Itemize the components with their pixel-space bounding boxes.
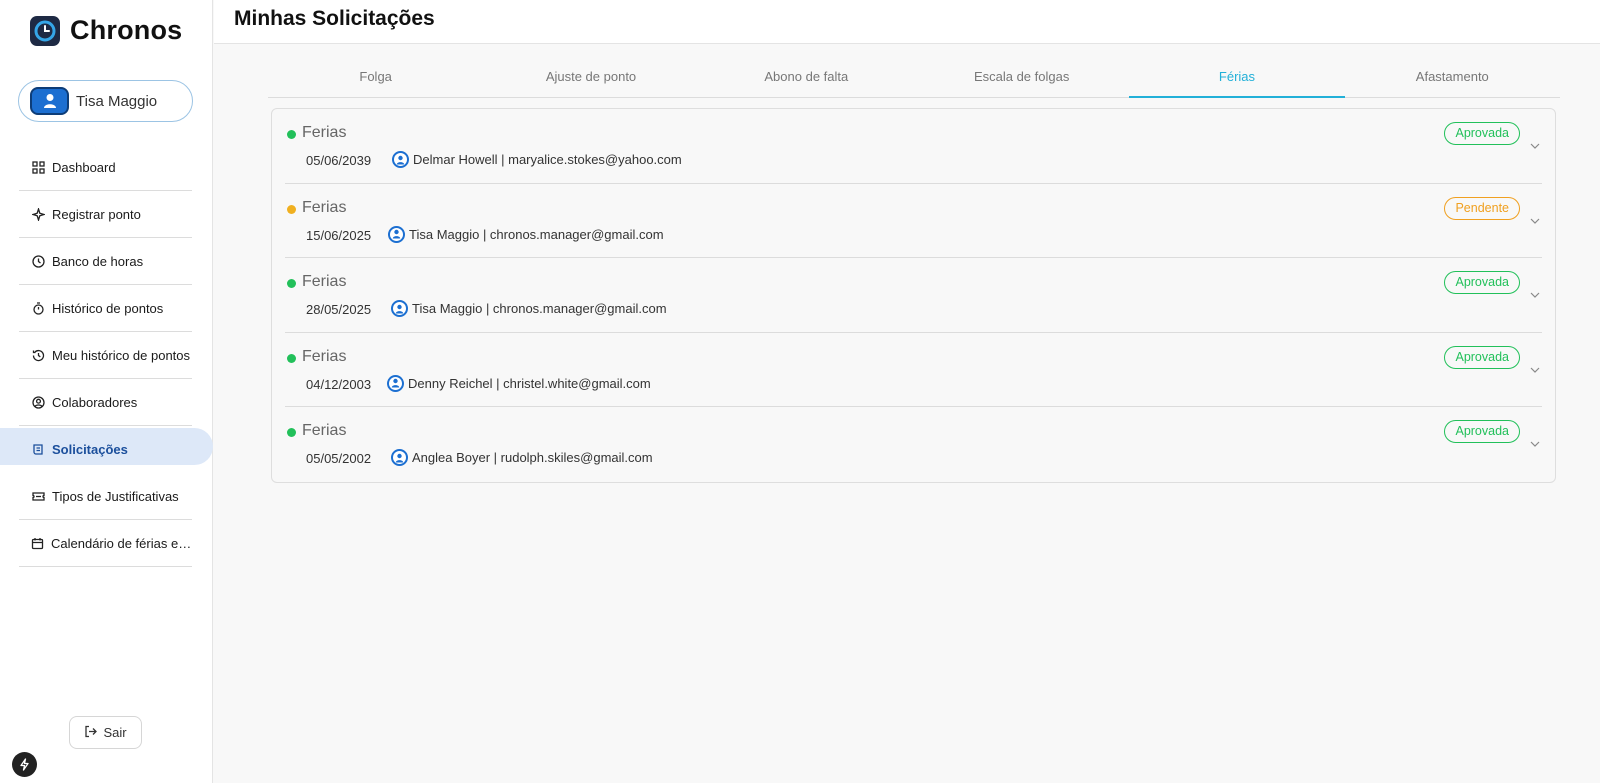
person-info: Tisa Maggio | chronos.manager@gmail.com bbox=[409, 226, 664, 242]
request-date: 05/06/2039 bbox=[306, 153, 372, 168]
request-date: 28/05/2025 bbox=[306, 302, 372, 318]
request-item[interactable]: Ferias 15/06/2025 Tisa Maggio | chronos.… bbox=[285, 184, 1542, 259]
status-badge: Aprovada bbox=[1444, 271, 1520, 295]
user-name: Tisa Maggio bbox=[76, 92, 158, 110]
sidebar: Chronos Tisa Maggio Dashboard Registrar … bbox=[0, 0, 213, 783]
logout-label: Sair bbox=[103, 725, 127, 740]
app-name: Chronos bbox=[70, 15, 183, 45]
request-item[interactable]: Ferias 05/05/2002 Anglea Boyer | rudolph… bbox=[285, 407, 1542, 482]
clock-logo-icon bbox=[30, 15, 60, 46]
sidebar-item-label: Solicitações bbox=[52, 441, 128, 457]
user-icon bbox=[391, 300, 408, 318]
sidebar-item-tipos-de-justificativas[interactable]: Tipos de Justificativas bbox=[19, 473, 192, 520]
brand[interactable]: Chronos bbox=[30, 15, 182, 46]
stopwatch-icon bbox=[31, 301, 45, 315]
calendar-icon bbox=[31, 536, 44, 550]
lightning-icon[interactable] bbox=[12, 752, 37, 777]
request-item[interactable]: Ferias 04/12/2003 Denny Reichel | christ… bbox=[285, 333, 1542, 408]
sidebar-item-colaboradores[interactable]: Colaboradores bbox=[19, 379, 192, 426]
request-date: 05/05/2002 bbox=[306, 451, 372, 467]
sidebar-item-label: Dashboard bbox=[52, 159, 116, 175]
status-badge: Aprovada bbox=[1444, 345, 1520, 369]
request-item[interactable]: Ferias 05/06/2039 Delmar Howell | maryal… bbox=[285, 109, 1542, 184]
sidebar-item-label: Registrar ponto bbox=[52, 206, 141, 222]
request-person: Denny Reichel | christel.white@gmail.com bbox=[387, 374, 651, 392]
request-person: Tisa Maggio | chronos.manager@gmail.com bbox=[391, 300, 667, 318]
sidebar-nav: Dashboard Registrar ponto Banco de horas… bbox=[0, 144, 213, 567]
sidebar-item-label: Histórico de pontos bbox=[52, 300, 164, 316]
chevron-down-icon[interactable] bbox=[1528, 139, 1542, 153]
sidebar-item-registrar-ponto[interactable]: Registrar ponto bbox=[19, 191, 192, 238]
sidebar-item-label: Banco de horas bbox=[52, 253, 144, 269]
chevron-down-icon[interactable] bbox=[1528, 214, 1542, 228]
person-info: Denny Reichel | christel.white@gmail.com bbox=[408, 375, 651, 391]
status-dot bbox=[287, 204, 296, 214]
tab-abono-de-falta[interactable]: Abono de falta bbox=[699, 62, 914, 97]
status-badge: Aprovada bbox=[1444, 122, 1520, 145]
status-dot bbox=[287, 428, 296, 438]
request-type: Ferias bbox=[302, 273, 347, 291]
request-type: Ferias bbox=[302, 198, 347, 216]
sidebar-item-label: Meu histórico de pontos bbox=[52, 347, 191, 363]
request-type: Ferias bbox=[302, 422, 347, 440]
sidebar-item-banco-de-horas[interactable]: Banco de horas bbox=[19, 238, 192, 285]
request-list: Ferias 05/06/2039 Delmar Howell | maryal… bbox=[271, 108, 1556, 483]
scroll-icon bbox=[31, 442, 45, 456]
chevron-down-icon[interactable] bbox=[1528, 288, 1542, 302]
sidebar-item-label: Colaboradores bbox=[52, 394, 138, 410]
user-avatar-icon bbox=[30, 87, 69, 115]
page-title: Minhas Solicitações bbox=[234, 7, 435, 30]
topbar: Minhas Solicitações bbox=[214, 0, 1600, 44]
request-date: 15/06/2025 bbox=[306, 227, 372, 243]
sidebar-item-calendario[interactable]: Calendário de férias e afastamentos bbox=[19, 520, 192, 567]
user-circle-icon bbox=[31, 395, 45, 409]
sidebar-item-solicitacoes[interactable]: Solicitações bbox=[0, 426, 213, 473]
status-badge: Aprovada bbox=[1444, 420, 1520, 444]
status-dot bbox=[287, 353, 296, 363]
person-info: Delmar Howell | maryalice.stokes@yahoo.c… bbox=[413, 152, 682, 167]
grid-icon bbox=[31, 160, 45, 174]
request-person: Anglea Boyer | rudolph.skiles@gmail.com bbox=[391, 449, 653, 467]
request-person: Tisa Maggio | chronos.manager@gmail.com bbox=[388, 225, 664, 243]
tab-folga[interactable]: Folga bbox=[268, 62, 483, 97]
clock-icon bbox=[31, 254, 45, 268]
request-type-tabs: Folga Ajuste de ponto Abono de falta Esc… bbox=[268, 62, 1560, 98]
request-type: Ferias bbox=[302, 347, 347, 365]
person-info: Tisa Maggio | chronos.manager@gmail.com bbox=[412, 301, 667, 317]
user-icon bbox=[388, 225, 405, 243]
logout-icon bbox=[84, 725, 98, 741]
ticket-icon bbox=[31, 489, 45, 503]
sidebar-item-meu-historico-de-pontos[interactable]: Meu histórico de pontos bbox=[19, 332, 192, 379]
user-icon bbox=[392, 151, 409, 168]
status-dot bbox=[287, 130, 296, 139]
history-icon bbox=[31, 348, 45, 362]
tab-ferias[interactable]: Férias bbox=[1129, 62, 1345, 98]
status-badge: Pendente bbox=[1444, 196, 1520, 220]
tab-escala-de-folgas[interactable]: Escala de folgas bbox=[914, 62, 1129, 97]
user-icon bbox=[391, 449, 408, 467]
person-info: Anglea Boyer | rudolph.skiles@gmail.com bbox=[412, 450, 653, 466]
chevron-down-icon[interactable] bbox=[1528, 437, 1542, 451]
tab-afastamento[interactable]: Afastamento bbox=[1345, 62, 1560, 97]
sidebar-item-label: Calendário de férias e afastamentos bbox=[51, 535, 192, 551]
request-person: Delmar Howell | maryalice.stokes@yahoo.c… bbox=[392, 151, 682, 168]
sidebar-item-historico-de-pontos[interactable]: Histórico de pontos bbox=[19, 285, 192, 332]
sidebar-item-label: Tipos de Justificativas bbox=[52, 488, 179, 504]
sidebar-item-dashboard[interactable]: Dashboard bbox=[19, 144, 192, 191]
tab-ajuste-de-ponto[interactable]: Ajuste de ponto bbox=[483, 62, 698, 97]
status-dot bbox=[287, 279, 296, 289]
user-icon bbox=[387, 374, 404, 392]
logout-button[interactable]: Sair bbox=[69, 716, 142, 749]
sparkle-icon bbox=[31, 207, 45, 221]
request-date: 04/12/2003 bbox=[306, 376, 372, 392]
request-type: Ferias bbox=[302, 124, 347, 141]
request-item[interactable]: Ferias 28/05/2025 Tisa Maggio | chronos.… bbox=[285, 258, 1542, 333]
chevron-down-icon[interactable] bbox=[1528, 363, 1542, 377]
user-profile-chip[interactable]: Tisa Maggio bbox=[18, 80, 193, 122]
